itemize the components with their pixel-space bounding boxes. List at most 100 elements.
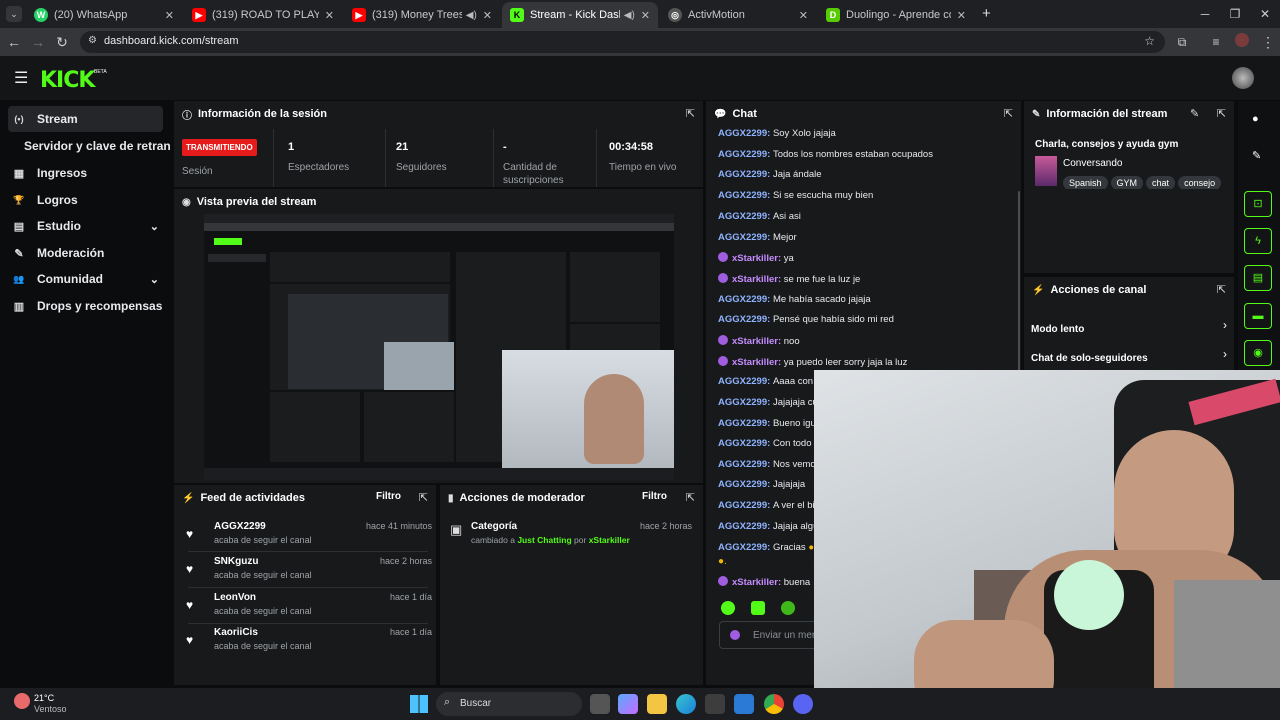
tag-chip[interactable]: GYM: [1110, 176, 1144, 189]
copilot-icon[interactable]: [618, 694, 638, 714]
url-field[interactable]: ⚙ dashboard.kick.com/stream ☆: [80, 31, 1165, 53]
chat-username[interactable]: AGGX2299: [718, 149, 767, 160]
broadcast-icon[interactable]: ◉: [1244, 340, 1272, 366]
reload-icon[interactable]: ↻: [52, 32, 72, 52]
chat-username[interactable]: AGGX2299: [718, 418, 767, 429]
chat-username[interactable]: AGGX2299: [718, 376, 767, 387]
chat-username[interactable]: AGGX2299: [718, 190, 767, 201]
chat-username[interactable]: AGGX2299: [718, 459, 767, 470]
close-tab-icon[interactable]: ✕: [799, 9, 808, 22]
browser-tab-road-to-playoff[interactable]: ▶ (319) ROAD TO PLAYOFF - YouT ✕: [184, 2, 342, 28]
moderator-link[interactable]: xStarkiller: [589, 535, 630, 545]
emote-picker-kick[interactable]: [721, 601, 735, 615]
popout-icon[interactable]: ⇱: [419, 491, 428, 504]
chat-username[interactable]: AGGX2299: [718, 314, 767, 325]
sidebar-item-drops[interactable]: ▥ Drops y recompensas: [8, 293, 163, 319]
tab-search-button[interactable]: ⌄: [6, 6, 22, 22]
edit-pencil-icon[interactable]: ✎: [1252, 149, 1261, 162]
close-tab-icon[interactable]: ✕: [165, 9, 174, 22]
popout-icon[interactable]: ⇱: [686, 491, 695, 504]
category-link[interactable]: Just Chatting: [517, 535, 571, 545]
chat-username[interactable]: xStarkiller: [732, 253, 778, 264]
edit-pencil-icon[interactable]: ✎: [1190, 107, 1199, 120]
browser-tab-money-trees[interactable]: ▶ (319) Money Trees - YouTub ◀) ✕: [344, 2, 500, 28]
browser-menu-icon[interactable]: ⋮: [1258, 32, 1278, 52]
taskbar-search[interactable]: ⌕ Buscar: [436, 692, 582, 716]
chat-username[interactable]: xStarkiller: [732, 577, 778, 588]
weather-icon[interactable]: [14, 693, 30, 709]
tag-chip[interactable]: Spanish: [1063, 176, 1108, 189]
extensions-icon[interactable]: ⧉: [1172, 32, 1192, 52]
sidebar-item-estudio[interactable]: ▤ Estudio ⌄: [8, 213, 163, 239]
edge-icon[interactable]: [676, 694, 696, 714]
emote-picker-channel[interactable]: [751, 601, 765, 615]
sidebar-item-logros[interactable]: 🏆 Logros: [8, 187, 163, 213]
chevron-down-icon[interactable]: ⌄: [150, 220, 159, 233]
site-info-icon[interactable]: ⚙: [88, 35, 97, 46]
chrome-icon[interactable]: [764, 694, 784, 714]
mod-filter-button[interactable]: Filtro: [642, 491, 667, 502]
chat-username[interactable]: AGGX2299: [718, 232, 767, 243]
feed-username[interactable]: SNKguzu: [214, 556, 258, 567]
close-tab-icon[interactable]: ✕: [483, 9, 492, 22]
chat-username[interactable]: AGGX2299: [718, 542, 767, 553]
chat-bubble-icon[interactable]: ▬: [1244, 303, 1272, 329]
speaker-icon[interactable]: ◀): [466, 10, 477, 21]
hamburger-menu-icon[interactable]: ☰: [14, 68, 28, 88]
tag-chip[interactable]: chat: [1146, 176, 1176, 189]
chat-username[interactable]: xStarkiller: [732, 357, 778, 368]
browser-tab-kick-dashboard[interactable]: K Stream - Kick Dashboard ◀) ✕: [502, 2, 658, 28]
chat-username[interactable]: AGGX2299: [718, 211, 767, 222]
feed-username[interactable]: LeonVon: [214, 592, 256, 603]
browser-tab-duolingo[interactable]: D Duolingo - Aprende con leccio ✕: [818, 2, 974, 28]
chat-username[interactable]: AGGX2299: [718, 397, 767, 408]
chat-username[interactable]: xStarkiller: [732, 274, 778, 285]
profile-icon[interactable]: [1232, 32, 1252, 52]
browser-tab-activmotion[interactable]: ◎ ActivMotion ✕: [660, 2, 816, 28]
tag-chip[interactable]: consejo: [1178, 176, 1222, 189]
notes-icon[interactable]: ▤: [1244, 265, 1272, 291]
popout-icon[interactable]: ⇱: [1004, 107, 1013, 120]
channel-action-slow-mode[interactable]: Modo lento ›: [1031, 318, 1227, 335]
chat-username[interactable]: AGGX2299: [718, 128, 767, 139]
close-tab-icon[interactable]: ✕: [957, 9, 966, 22]
file-explorer-icon[interactable]: [647, 694, 667, 714]
sidebar-item-ingresos[interactable]: ▦ Ingresos: [8, 160, 163, 186]
browser-tab-whatsapp[interactable]: W (20) WhatsApp ✕: [26, 2, 182, 28]
store-icon[interactable]: [705, 694, 725, 714]
feed-username[interactable]: AGGX2299: [214, 521, 266, 532]
popout-icon[interactable]: ⇱: [1217, 283, 1226, 296]
start-windows-icon[interactable]: [410, 695, 428, 713]
kick-logo[interactable]: KICK: [40, 68, 95, 93]
task-view-icon[interactable]: [590, 694, 610, 714]
minimize-icon[interactable]: ─: [1190, 4, 1220, 24]
chat-username[interactable]: AGGX2299: [718, 521, 767, 532]
chat-username[interactable]: AGGX2299: [718, 294, 767, 305]
sidebar-item-moderacion[interactable]: ✎ Moderación: [8, 240, 163, 266]
chat-username[interactable]: AGGX2299: [718, 169, 767, 180]
discord-icon[interactable]: [793, 694, 813, 714]
channel-action-followers-only[interactable]: Chat de solo-seguidores ›: [1031, 347, 1227, 364]
user-avatar[interactable]: [1232, 67, 1254, 89]
mail-icon[interactable]: [734, 694, 754, 714]
info-icon[interactable]: ●: [1252, 113, 1259, 125]
feed-username[interactable]: KaoriiCis: [214, 627, 258, 638]
popout-icon[interactable]: ⇱: [686, 107, 695, 120]
sidebar-item-server-key[interactable]: Servidor y clave de retransmisión: [24, 133, 170, 159]
stream-preview-video[interactable]: [204, 214, 674, 480]
new-tab-button[interactable]: +: [982, 5, 991, 22]
stream-category[interactable]: Conversando: [1063, 158, 1122, 169]
close-window-icon[interactable]: ✕: [1250, 4, 1280, 24]
sidebar-item-stream[interactable]: (•) Stream: [8, 106, 163, 132]
restore-icon[interactable]: ❐: [1220, 4, 1250, 24]
quick-action-icon[interactable]: ϟ: [1244, 228, 1272, 254]
media-controls-icon[interactable]: ≡: [1206, 32, 1226, 52]
chat-username[interactable]: AGGX2299: [718, 438, 767, 449]
chat-username[interactable]: AGGX2299: [718, 479, 767, 490]
chat-username[interactable]: xStarkiller: [732, 336, 778, 347]
speaker-icon[interactable]: ◀): [624, 10, 635, 21]
clip-icon[interactable]: ⊡: [1244, 191, 1272, 217]
popout-icon[interactable]: ⇱: [1217, 107, 1226, 120]
bookmark-star-icon[interactable]: ☆: [1144, 34, 1155, 48]
emote-picker-global[interactable]: [781, 601, 795, 615]
